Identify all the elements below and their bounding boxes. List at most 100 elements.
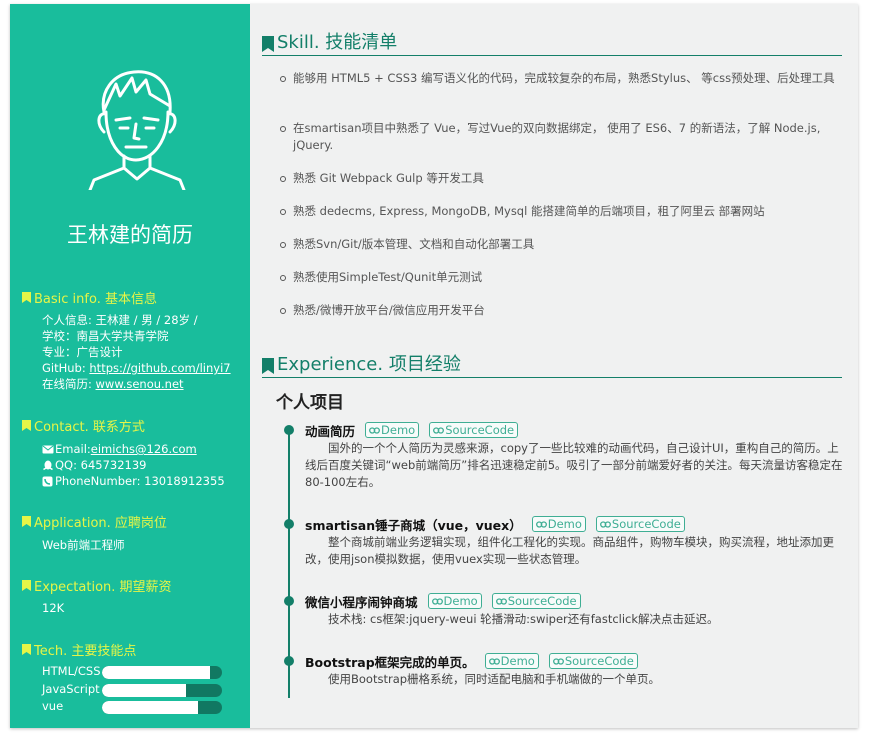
tech-skill-name: JavaScript bbox=[42, 682, 100, 696]
skill-item: 能够用 HTML5 + CSS3 编写语义化的代码，完成较复杂的布局，熟悉Sty… bbox=[280, 70, 838, 120]
skill-item: 在smartisan项目中熟悉了 Vue，写过Vue的双向数据绑定， 使用了 E… bbox=[280, 120, 838, 170]
basic-info-title: Basic info. 基本信息 bbox=[34, 292, 157, 307]
bookmark-icon bbox=[262, 358, 274, 374]
project-item: 动画简历 Demo SourceCode 国外的一个个人简历为灵感来源，copy… bbox=[305, 421, 850, 491]
sidebar: 王林建的简历 Basic info. 基本信息 个人信息: 王林建 / 男 / … bbox=[10, 4, 250, 728]
timeline-dot bbox=[284, 425, 294, 435]
qq-penguin-icon bbox=[43, 460, 53, 470]
source-code-link[interactable]: SourceCode bbox=[595, 516, 685, 532]
skill-list: 能够用 HTML5 + CSS3 编写语义化的代码，完成较复杂的布局，熟悉Sty… bbox=[280, 70, 838, 319]
bookmark-icon bbox=[22, 420, 31, 431]
major-line: 专业：广告设计 bbox=[42, 345, 123, 359]
timeline-dot bbox=[284, 596, 294, 606]
tech-skill-fill bbox=[102, 701, 198, 714]
project-title: smartisan锤子商城（vue，vuex） bbox=[305, 517, 522, 533]
qq-row: QQ: 645732139 bbox=[42, 457, 225, 473]
personal-projects-title: 个人项目 bbox=[276, 393, 344, 413]
skill-heading: Skill. 技能清单 bbox=[262, 32, 842, 56]
expectation-heading: Expectation. 期望薪资 bbox=[22, 576, 172, 595]
bookmark-icon bbox=[22, 644, 31, 655]
skill-item: 熟悉/微博开放平台/微信应用开发平台 bbox=[280, 302, 838, 319]
phone-row: PhoneNumber: 13018912355 bbox=[42, 473, 225, 489]
link-icon bbox=[495, 597, 507, 605]
tech-skill-name: vue bbox=[42, 699, 64, 713]
link-icon bbox=[599, 520, 611, 528]
project-description: 使用Bootstrap栅格系统，同时适配电脑和手机端做的一个单页。 bbox=[328, 672, 661, 686]
link-icon bbox=[552, 657, 564, 665]
tech-skill-row: JavaScript bbox=[42, 682, 222, 697]
project-header: 动画简历 Demo SourceCode bbox=[305, 421, 850, 439]
contact-title: Contact. 联系方式 bbox=[34, 420, 145, 435]
main-content: Skill. 技能清单 能够用 HTML5 + CSS3 编写语义化的代码，完成… bbox=[250, 4, 858, 728]
tech-skill-bar bbox=[102, 666, 222, 679]
demo-link[interactable]: Demo bbox=[365, 422, 420, 438]
tech-heading: Tech. 主要技能点 bbox=[22, 640, 136, 659]
basic-info-heading: Basic info. 基本信息 bbox=[22, 288, 157, 307]
online-resume-link[interactable]: www.senou.net bbox=[96, 377, 184, 391]
skill-item: 熟悉 Git Webpack Gulp 等开发工具 bbox=[280, 170, 838, 203]
experience-title: Experience. 项目经验 bbox=[277, 354, 461, 375]
link-icon bbox=[488, 657, 500, 665]
application-value: Web前端工程师 bbox=[42, 538, 125, 552]
basic-info-list: 个人信息: 王林建 / 男 / 28岁 / 学校：南昌大学共青学院 专业：广告设… bbox=[42, 312, 231, 392]
tech-skill-row: HTML/CSS bbox=[42, 664, 222, 679]
project-header: Bootstrap框架完成的单页。 Demo SourceCode bbox=[305, 652, 850, 670]
project-title: 微信小程序闹钟商城 bbox=[305, 594, 418, 610]
project-description: 技术栈: cs框架:jquery-weui 轮播滑动:swiper还有fastc… bbox=[328, 612, 719, 626]
tech-skill-fill bbox=[102, 684, 186, 697]
skill-item: 熟悉 dedecms, Express, MongoDB, Mysql 能搭建简… bbox=[280, 203, 838, 236]
project-item: 微信小程序闹钟商城 Demo SourceCode 技术栈: cs框架:jque… bbox=[305, 592, 850, 628]
link-icon bbox=[535, 520, 547, 528]
contact-heading: Contact. 联系方式 bbox=[22, 416, 145, 435]
project-header: smartisan锤子商城（vue，vuex） Demo SourceCode bbox=[305, 515, 850, 533]
project-title: 动画简历 bbox=[305, 423, 356, 439]
source-code-link[interactable]: SourceCode bbox=[548, 653, 638, 669]
tech-title: Tech. 主要技能点 bbox=[34, 644, 137, 659]
skill-item: 熟悉Svn/Git/版本管理、文档和自动化部署工具 bbox=[280, 236, 838, 269]
skill-item: 熟悉使用SimpleTest/Qunit单元测试 bbox=[280, 269, 838, 302]
link-icon bbox=[369, 426, 380, 434]
email-row: Email: eimichs@126.com bbox=[42, 441, 225, 457]
tech-skill-row: vue bbox=[42, 699, 222, 714]
github-line: GitHub: https://github.com/linyi7 bbox=[42, 361, 231, 375]
experience-heading: Experience. 项目经验 bbox=[262, 354, 842, 378]
demo-link[interactable]: Demo bbox=[427, 593, 482, 609]
demo-link[interactable]: Demo bbox=[531, 516, 586, 532]
github-link[interactable]: https://github.com/linyi7 bbox=[89, 361, 230, 375]
project-description: 国外的一个个人简历为灵感来源，copy了一些比较难的动画代码，自己设计UI，重构… bbox=[305, 441, 843, 489]
online-resume-line: 在线简历: www.senou.net bbox=[42, 377, 184, 391]
timeline-dot bbox=[284, 519, 294, 529]
source-code-link[interactable]: SourceCode bbox=[429, 422, 519, 438]
email-link[interactable]: eimichs@126.com bbox=[91, 441, 197, 457]
bookmark-icon bbox=[22, 580, 31, 591]
source-code-link[interactable]: SourceCode bbox=[491, 593, 581, 609]
link-icon bbox=[431, 597, 443, 605]
application-heading: Application. 应聘岗位 bbox=[22, 512, 167, 531]
contact-list: Email: eimichs@126.com QQ: 645732139 Pho… bbox=[42, 441, 225, 489]
timeline-dot bbox=[284, 656, 294, 666]
demo-link[interactable]: Demo bbox=[484, 653, 539, 669]
project-item: smartisan锤子商城（vue，vuex） Demo SourceCode … bbox=[305, 515, 850, 568]
tech-skill-bar bbox=[102, 701, 222, 714]
bookmark-icon bbox=[22, 516, 31, 527]
project-title: Bootstrap框架完成的单页。 bbox=[305, 654, 475, 670]
application-title: Application. 应聘岗位 bbox=[34, 516, 167, 531]
avatar-icon bbox=[88, 70, 186, 190]
project-item: Bootstrap框架完成的单页。 Demo SourceCode 使用Boot… bbox=[305, 652, 850, 688]
tech-skill-bar bbox=[102, 684, 222, 697]
qq-text: QQ: 645732139 bbox=[55, 458, 147, 472]
personal-info-line: 个人信息: 王林建 / 男 / 28岁 / bbox=[42, 313, 198, 327]
tech-skill-fill bbox=[102, 666, 210, 679]
expectation-title: Expectation. 期望薪资 bbox=[34, 580, 172, 595]
tech-skill-name: HTML/CSS bbox=[42, 664, 101, 678]
resume-name: 王林建的简历 bbox=[67, 223, 193, 247]
school-line: 学校：南昌大学共青学院 bbox=[42, 329, 169, 343]
envelope-icon bbox=[42, 445, 54, 453]
bookmark-icon bbox=[262, 36, 274, 52]
phone-icon bbox=[42, 476, 53, 486]
phone-text: PhoneNumber: 13018912355 bbox=[55, 474, 225, 488]
bookmark-icon bbox=[22, 292, 31, 303]
project-header: 微信小程序闹钟商城 Demo SourceCode bbox=[305, 592, 850, 610]
resume-page: 王林建的简历 Basic info. 基本信息 个人信息: 王林建 / 男 / … bbox=[10, 4, 858, 728]
expectation-value: 12K bbox=[42, 601, 65, 615]
